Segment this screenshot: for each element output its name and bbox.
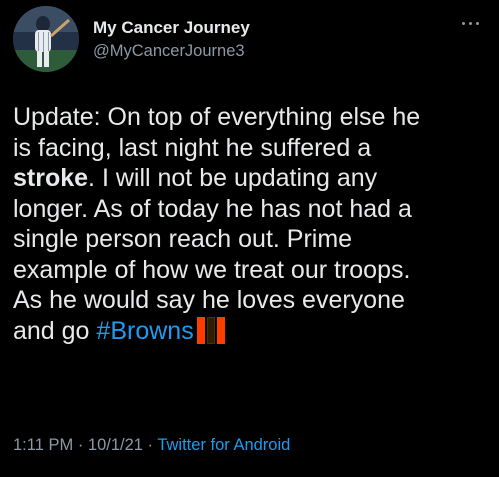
tweet-text: Update: On top of everything else he is … [13,102,493,346]
separator: · [142,436,158,454]
tweet-line-text: . I will not be updating any [88,164,378,192]
avatar[interactable] [13,6,79,72]
separator: · [73,436,88,454]
tweet-line-text: and go [13,316,97,345]
browns-stripes-emoji [196,316,226,344]
author-handle[interactable]: @MyCancerJourne3 [93,42,245,61]
hashtag-link[interactable]: #Browns [96,317,193,345]
tweet-line: single person reach out. Prime [13,225,353,253]
tweet-date[interactable]: 10/1/21 [88,436,143,454]
tweet-line: As he would say he loves everyone [13,286,405,314]
bold-text: stroke [13,164,89,192]
tweet-line: Update: On top of everything else he [13,103,421,131]
tweet-line: stroke. I will not be updating any [13,163,493,194]
more-options-icon[interactable] [458,12,488,34]
tweet-line: and go #Browns [13,316,493,347]
tweet-line: is facing, last night he suffered a [13,133,372,162]
tweet-time[interactable]: 1:11 PM [13,436,73,454]
tweet[interactable]: My Cancer Journey @MyCancerJourne3 Updat… [0,0,499,477]
author-display-name[interactable]: My Cancer Journey [93,18,250,38]
tweet-line: longer. As of today he has not had a [13,194,412,223]
tweet-line: example of how we treat our troops. [13,255,411,284]
tweet-metadata: 1:11 PM · 10/1/21 · Twitter for Android [13,436,290,455]
avatar-image [13,6,79,72]
tweet-source-link[interactable]: Twitter for Android [157,436,290,454]
